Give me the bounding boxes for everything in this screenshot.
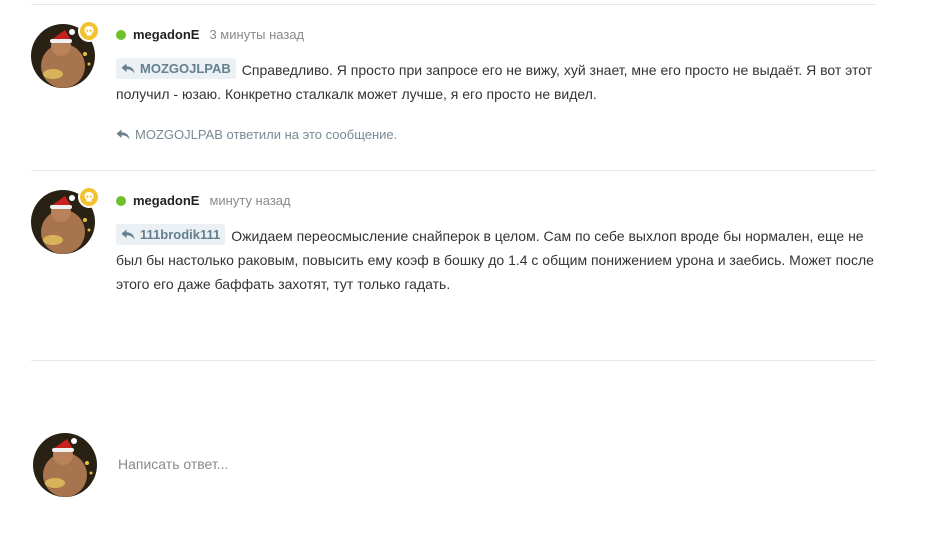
answered-note[interactable]: MOZGOJLPAB ответили на это сообщение. xyxy=(116,127,397,142)
comment-time[interactable]: минуту назад xyxy=(209,193,290,208)
reply-input[interactable] xyxy=(118,453,818,475)
author-name[interactable]: megadonE xyxy=(133,193,199,208)
user-rank-badge xyxy=(78,20,100,42)
reply-to-chip[interactable]: MOZGOJLPAB xyxy=(116,58,236,79)
skull-icon xyxy=(84,192,94,202)
reply-arrow-icon xyxy=(121,63,135,74)
skull-icon xyxy=(84,26,94,36)
online-dot-icon xyxy=(116,29,126,40)
user-rank-badge xyxy=(78,186,100,208)
reply-to-user: 111brodik111 xyxy=(140,227,221,242)
comment-body: Ожидаем переосмысление снайперок в целом… xyxy=(116,228,874,292)
comment-text: MOZGOJLPAB Справедливо. Я просто при зап… xyxy=(116,58,876,106)
comment-2: megadonE минуту назад 111brodik111 Ожида… xyxy=(31,186,876,346)
reply-arrow-icon xyxy=(121,229,135,240)
online-dot-icon xyxy=(116,195,126,206)
author-name[interactable]: megadonE xyxy=(133,27,199,42)
reply-arrow-icon xyxy=(116,129,130,140)
comment-meta: megadonE минуту назад xyxy=(116,193,291,208)
divider-top xyxy=(31,4,876,5)
reply-composer xyxy=(33,433,876,497)
reply-to-chip[interactable]: 111brodik111 xyxy=(116,224,226,245)
answered-note-text: MOZGOJLPAB ответили на это сообщение. xyxy=(135,127,398,142)
comment-text: 111brodik111 Ожидаем переосмысление снай… xyxy=(116,224,876,296)
current-user-avatar xyxy=(33,433,97,497)
comment-1: megadonE 3 минуты назад MOZGOJLPAB Справ… xyxy=(31,20,876,160)
comment-meta: megadonE 3 минуты назад xyxy=(116,27,304,42)
reply-to-user: MOZGOJLPAB xyxy=(140,61,231,76)
divider xyxy=(31,360,876,361)
comment-time[interactable]: 3 минуты назад xyxy=(209,27,304,42)
divider xyxy=(31,170,876,171)
